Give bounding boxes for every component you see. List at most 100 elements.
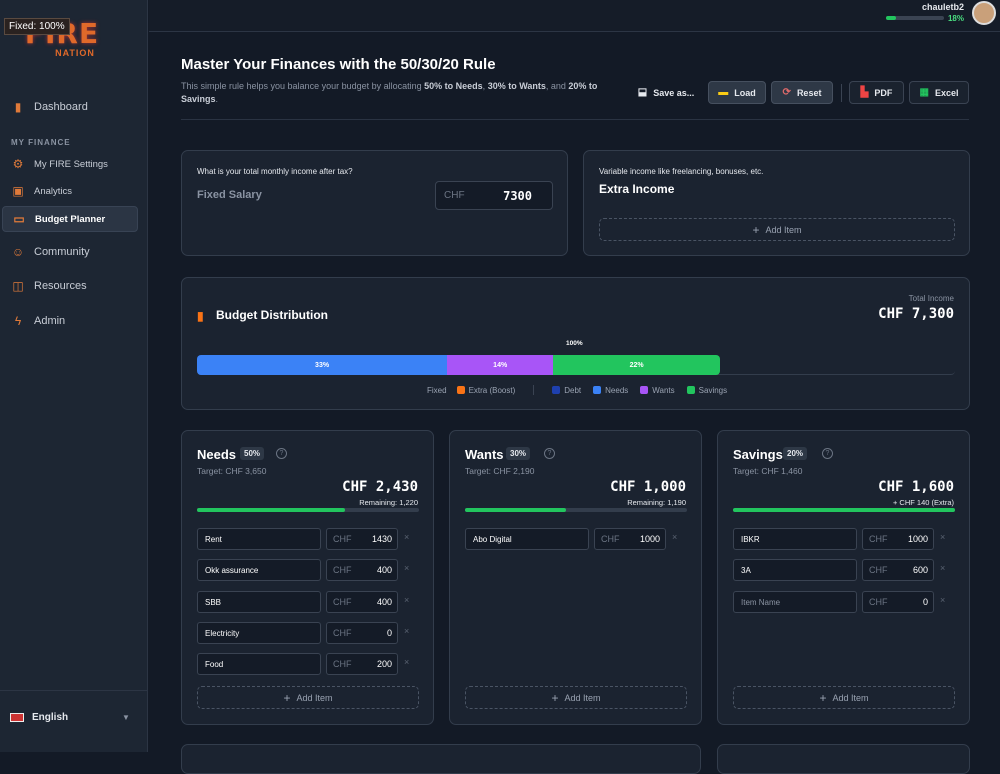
item-name-input[interactable]: Food xyxy=(197,653,321,676)
excel-button[interactable]: ▦ Excel xyxy=(909,81,969,104)
fixed-salary-label: Fixed Salary xyxy=(197,189,262,201)
item-amount-input[interactable]: CHF 0 xyxy=(326,621,398,644)
item-amount-input[interactable]: CHF 200 xyxy=(326,653,398,676)
currency-label: CHF xyxy=(333,659,352,670)
sidebar-item-fire-settings[interactable]: ⚙ My FIRE Settings xyxy=(2,151,138,177)
total-marker-label: 100% xyxy=(566,340,583,347)
sidebar-item-dashboard[interactable]: ▮ Dashboard xyxy=(2,94,138,120)
button-label: Add Item xyxy=(296,692,333,703)
remove-item-icon[interactable]: × xyxy=(940,563,945,573)
item-amount-value: 1000 xyxy=(907,534,928,544)
fixed-salary-input[interactable]: CHF 7300 xyxy=(435,181,553,210)
needs-add-item-button[interactable]: + Add Item xyxy=(197,686,419,709)
needs-card: Needs 50% ? Target: CHF 3,650 CHF 2,430 … xyxy=(181,430,434,725)
item-amount-input[interactable]: CHF 1000 xyxy=(594,528,666,550)
help-icon[interactable]: ? xyxy=(276,448,287,459)
item-amount-value: 200 xyxy=(376,659,392,670)
item-name-input[interactable]: Abo Digital xyxy=(465,528,589,550)
savings-add-item-button[interactable]: + Add Item xyxy=(733,686,955,709)
sidebar-item-budget-planner[interactable]: ▭ Budget Planner xyxy=(2,206,138,232)
needs-target: Target: CHF 3,650 xyxy=(197,466,267,476)
remove-item-icon[interactable]: × xyxy=(404,595,409,605)
item-name-input[interactable]: Item Name xyxy=(733,590,857,613)
load-button[interactable]: ▬ Load xyxy=(708,81,766,104)
item-amount-value: 1430 xyxy=(371,534,392,544)
button-label: Excel xyxy=(934,87,959,98)
needs-progress-fill xyxy=(197,508,345,512)
remove-item-icon[interactable]: × xyxy=(404,532,409,542)
remove-item-icon[interactable]: × xyxy=(940,595,945,605)
remove-item-icon[interactable]: × xyxy=(404,563,409,573)
plus-icon: + xyxy=(283,690,291,705)
item-amount-value: 400 xyxy=(376,565,392,576)
fixed-badge: Fixed: 100% xyxy=(4,18,70,35)
remove-item-icon[interactable]: × xyxy=(404,626,409,636)
needs-progress-bar xyxy=(197,508,419,512)
savings-progress-fill xyxy=(733,508,955,512)
item-amount-input[interactable]: CHF 600 xyxy=(862,559,934,582)
item-amount-value: 0 xyxy=(386,627,392,638)
item-amount-input[interactable]: CHF 400 xyxy=(326,590,398,613)
remove-item-icon[interactable]: × xyxy=(404,657,409,667)
item-amount-input[interactable]: CHF 1430 xyxy=(326,528,398,550)
item-amount-input[interactable]: CHF 0 xyxy=(862,590,934,613)
legend: Fixed Extra (Boost) Debt Needs Wants Sav… xyxy=(427,385,727,395)
needs-note: Remaining: 1,220 xyxy=(359,498,418,507)
currency-label: CHF xyxy=(333,627,352,638)
item-name-input[interactable]: Okk assurance xyxy=(197,559,321,582)
save-as-button[interactable]: ⬓ Save as... xyxy=(632,81,700,104)
divider xyxy=(841,84,842,102)
sidebar-item-community[interactable]: ☺ Community xyxy=(2,239,138,265)
distribution-bar: 33% 14% 22% xyxy=(197,355,955,375)
sidebar-item-resources[interactable]: ◫ Resources xyxy=(2,273,138,299)
header-divider xyxy=(181,119,969,120)
item-amount-value: 0 xyxy=(922,596,928,607)
currency-label: CHF xyxy=(333,534,352,544)
subtitle-wants: 30% to Wants xyxy=(487,81,546,91)
item-name-input[interactable]: 3A xyxy=(733,559,857,582)
item-name-input[interactable]: SBB xyxy=(197,590,321,613)
button-label: PDF xyxy=(874,87,893,98)
subtitle-end: . xyxy=(215,94,219,104)
username[interactable]: chauletb2 xyxy=(922,2,964,12)
wants-note: Remaining: 1,190 xyxy=(627,498,686,507)
remove-item-icon[interactable]: × xyxy=(672,532,677,542)
budget-item-row: Okk assurance CHF 400 × xyxy=(197,559,427,582)
book-icon: ◫ xyxy=(12,279,24,293)
item-amount-value: 400 xyxy=(376,596,392,607)
help-icon[interactable]: ? xyxy=(822,448,833,459)
item-amount-input[interactable]: CHF 1000 xyxy=(862,528,934,550)
sidebar-item-label: Dashboard xyxy=(34,101,88,113)
sidebar-item-admin[interactable]: ϟ Admin xyxy=(2,308,138,334)
remove-item-icon[interactable]: × xyxy=(940,532,945,542)
plus-icon: + xyxy=(819,690,827,705)
wants-add-item-button[interactable]: + Add Item xyxy=(465,686,687,709)
help-icon[interactable]: ? xyxy=(544,448,555,459)
pdf-icon: ▙ xyxy=(860,87,869,98)
item-name-input[interactable]: IBKR xyxy=(733,528,857,550)
budget-item-row: 3A CHF 600 × xyxy=(733,559,963,582)
page-title: Master Your Finances with the 50/30/20 R… xyxy=(181,56,496,73)
save-icon: ⬓ xyxy=(637,87,648,98)
button-label: Add Item xyxy=(564,692,601,703)
subtitle-needs: 50% to Needs xyxy=(424,81,483,91)
bar-chart-icon: ▮ xyxy=(197,309,204,323)
savings-card: Savings 20% ? Target: CHF 1,460 CHF 1,60… xyxy=(717,430,970,725)
pdf-button[interactable]: ▙ PDF xyxy=(849,81,904,104)
analytics-icon: ▣ xyxy=(12,184,24,198)
sidebar-item-analytics[interactable]: ▣ Analytics xyxy=(2,178,138,204)
avatar[interactable] xyxy=(972,1,996,25)
item-amount-value: 600 xyxy=(912,565,928,576)
reset-button[interactable]: ⟳ Reset xyxy=(771,81,833,104)
language-selector[interactable]: English ▼ xyxy=(0,690,148,752)
legend-needs: Needs xyxy=(605,385,629,395)
wants-progress-fill xyxy=(465,508,567,512)
item-amount-input[interactable]: CHF 400 xyxy=(326,559,398,582)
add-extra-income-button[interactable]: + Add Item xyxy=(599,218,955,241)
item-name-input[interactable]: Rent xyxy=(197,528,321,550)
budget-item-row: Abo Digital CHF 1000 × xyxy=(465,528,695,550)
item-name-input[interactable]: Electricity xyxy=(197,621,321,644)
income-question: What is your total monthly income after … xyxy=(197,167,353,176)
budget-item-row: Electricity CHF 0 × xyxy=(197,621,427,644)
needs-amount: CHF 2,430 xyxy=(342,479,418,495)
